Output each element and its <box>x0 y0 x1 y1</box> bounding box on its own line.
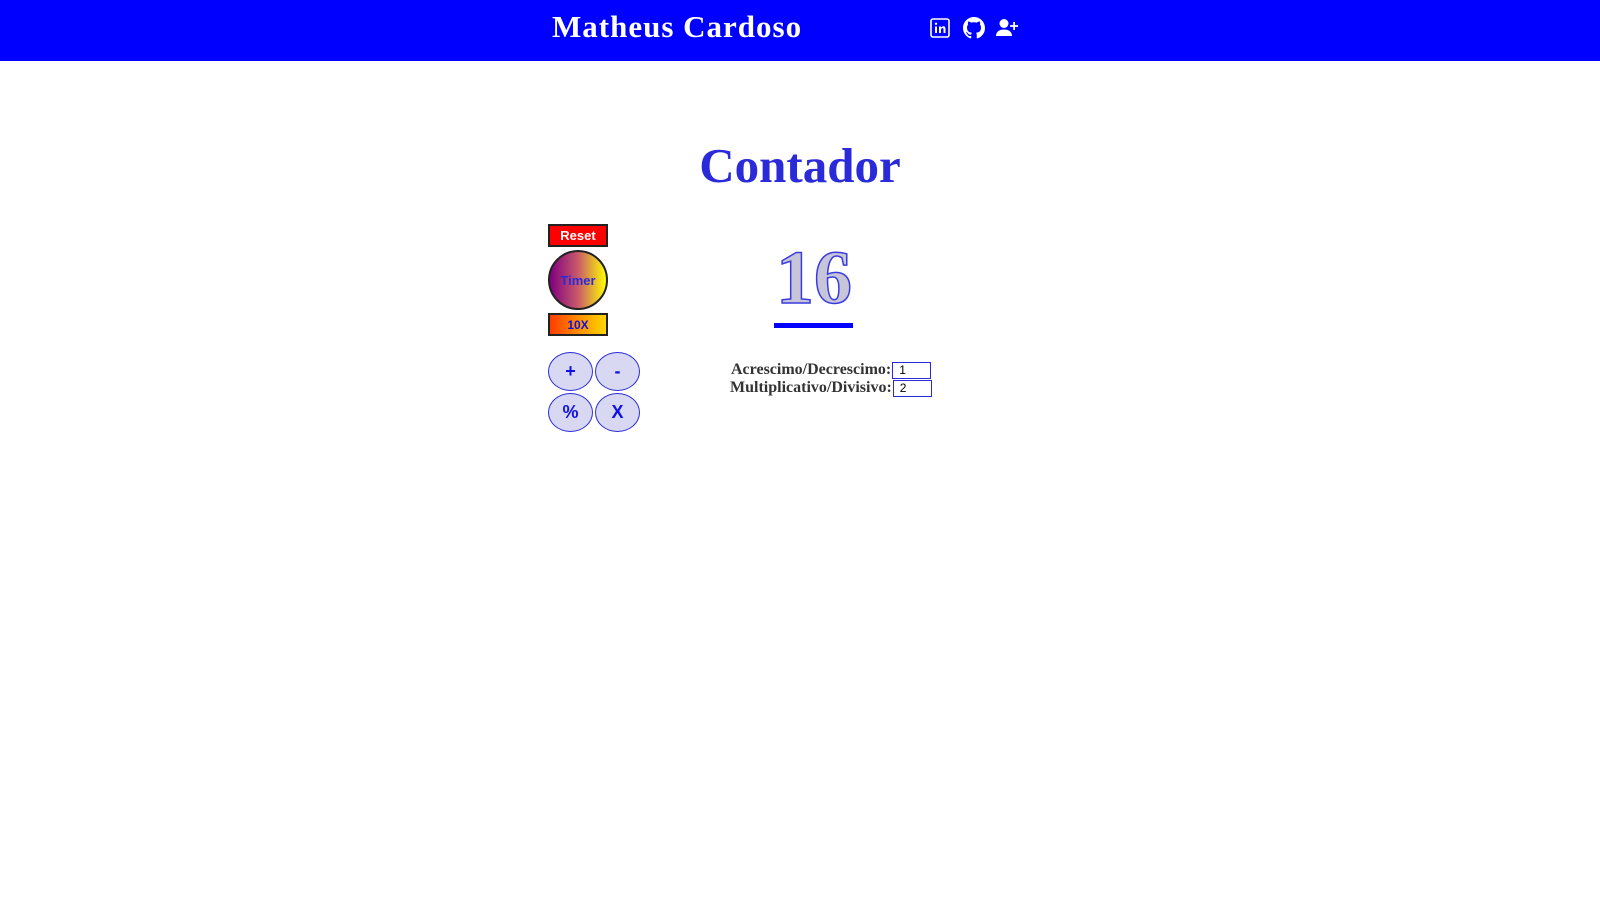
linkedin-icon[interactable] <box>928 16 952 40</box>
decrement-button[interactable]: - <box>595 352 640 391</box>
page-title: Contador <box>699 138 901 193</box>
reset-button[interactable]: Reset <box>548 224 608 247</box>
top-navbar: Matheus Cardoso <box>0 0 1600 61</box>
add-user-icon[interactable] <box>995 16 1019 40</box>
timer-button[interactable]: Timer <box>548 250 608 310</box>
multiplier-field-row: Multiplicativo/Divisivo: <box>730 379 932 397</box>
brand-name[interactable]: Matheus Cardoso <box>552 9 802 45</box>
increment-button[interactable]: + <box>548 352 593 391</box>
counter-underline <box>774 323 853 328</box>
increment-field-row: Acrescimo/Decrescimo: <box>731 361 932 379</box>
multiply-button[interactable]: X <box>595 393 640 432</box>
increment-input[interactable] <box>892 361 932 379</box>
counter-value: 16 <box>775 235 853 321</box>
increment-label: Acrescimo/Decrescimo: <box>731 361 892 378</box>
divide-button[interactable]: % <box>548 393 593 432</box>
ten-x-button[interactable]: 10X <box>548 313 608 336</box>
github-icon[interactable] <box>962 16 986 40</box>
multiplier-label: Multiplicativo/Divisivo: <box>730 379 892 396</box>
multiplier-input[interactable] <box>892 379 932 397</box>
